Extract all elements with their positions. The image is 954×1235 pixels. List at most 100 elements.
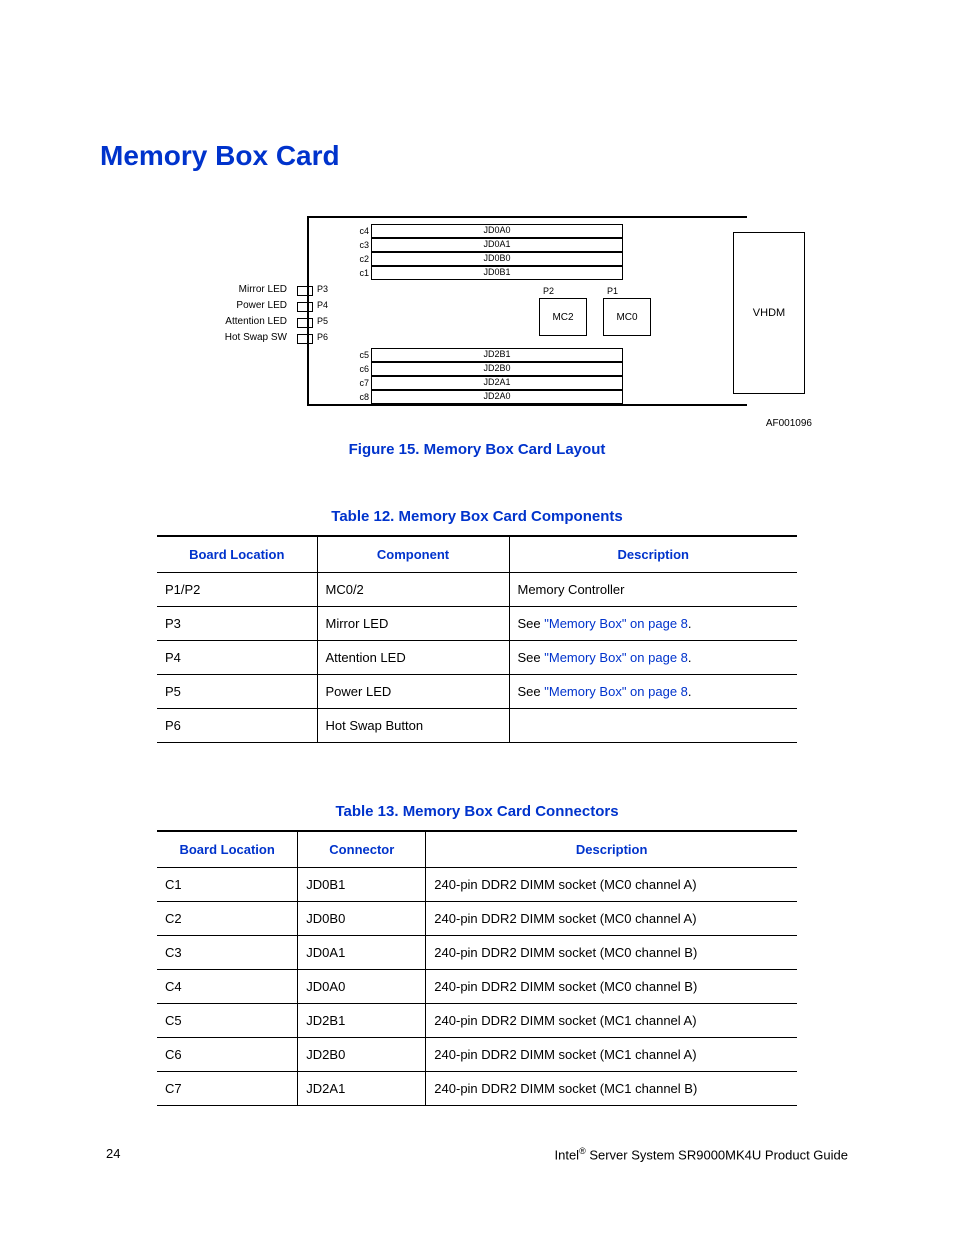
board-outline: c4 JD0A0 c3 JD0A1 c2 JD0B0 c1 JD0B1 P2 M… xyxy=(307,216,747,406)
dimm-slot: JD2B0 xyxy=(371,362,623,376)
table-row: C4JD0A0240-pin DDR2 DIMM socket (MC0 cha… xyxy=(157,970,797,1004)
table-row: P4Attention LEDSee "Memory Box" on page … xyxy=(157,641,797,675)
col-header: Connector xyxy=(298,831,426,868)
table-row: C1JD0B1240-pin DDR2 DIMM socket (MC0 cha… xyxy=(157,868,797,902)
footer-text: Server System SR9000MK4U Product Guide xyxy=(586,1147,848,1162)
table-header-row: Board Location Component Description xyxy=(157,536,797,573)
cell-location: P1/P2 xyxy=(157,573,317,607)
table-header-row: Board Location Connector Description xyxy=(157,831,797,868)
cell-component: Attention LED xyxy=(317,641,509,675)
dimm-slot: JD0B0 xyxy=(371,252,623,266)
led-icon xyxy=(297,286,313,296)
figure-af-number: AF001096 xyxy=(142,418,812,429)
led-pin: P3 xyxy=(317,284,328,294)
cross-reference-link[interactable]: "Memory Box" on page 8 xyxy=(544,684,688,699)
dimm-slot: JD0A0 xyxy=(371,224,623,238)
slot-clabel: c8 xyxy=(355,392,369,402)
page-number: 24 xyxy=(106,1146,120,1162)
table-row: C5JD2B1240-pin DDR2 DIMM socket (MC1 cha… xyxy=(157,1004,797,1038)
led-label: Attention LED xyxy=(197,316,287,327)
cell-description: 240-pin DDR2 DIMM socket (MC0 channel A) xyxy=(426,902,797,936)
cell-description: See "Memory Box" on page 8. xyxy=(509,675,797,709)
cell-location: P5 xyxy=(157,675,317,709)
cell-description: See "Memory Box" on page 8. xyxy=(509,641,797,675)
cell-connector: JD0B0 xyxy=(298,902,426,936)
cell-description: 240-pin DDR2 DIMM socket (MC0 channel A) xyxy=(426,868,797,902)
dimm-slot: JD2B1 xyxy=(371,348,623,362)
cell-component: Hot Swap Button xyxy=(317,709,509,743)
cell-location: C6 xyxy=(157,1038,298,1072)
table12-caption: Table 12. Memory Box Card Components xyxy=(100,508,854,525)
col-header: Board Location xyxy=(157,831,298,868)
slot-clabel: c1 xyxy=(355,268,369,278)
cell-location: C3 xyxy=(157,936,298,970)
table-row: P5Power LEDSee "Memory Box" on page 8. xyxy=(157,675,797,709)
slot-clabel: c7 xyxy=(355,378,369,388)
table-row: C7JD2A1240-pin DDR2 DIMM socket (MC1 cha… xyxy=(157,1072,797,1106)
table-row: P6Hot Swap Button xyxy=(157,709,797,743)
dimm-slot: JD2A0 xyxy=(371,390,623,404)
cell-description xyxy=(509,709,797,743)
led-pin: P6 xyxy=(317,332,328,342)
cross-reference-link[interactable]: "Memory Box" on page 8 xyxy=(544,650,688,665)
page-footer: 24 Intel® Server System SR9000MK4U Produ… xyxy=(100,1146,854,1162)
cross-reference-link[interactable]: "Memory Box" on page 8 xyxy=(544,616,688,631)
cell-connector: JD2B0 xyxy=(298,1038,426,1072)
led-pin: P5 xyxy=(317,316,328,326)
cell-connector: JD2A1 xyxy=(298,1072,426,1106)
footer-text: Intel xyxy=(555,1147,580,1162)
cell-description: 240-pin DDR2 DIMM socket (MC1 channel A) xyxy=(426,1004,797,1038)
table-row: P3Mirror LEDSee "Memory Box" on page 8. xyxy=(157,607,797,641)
cell-component: Power LED xyxy=(317,675,509,709)
led-label: Mirror LED xyxy=(197,284,287,295)
cell-connector: JD0A0 xyxy=(298,970,426,1004)
led-pin: P4 xyxy=(317,300,328,310)
slot-clabel: c5 xyxy=(355,350,369,360)
table-row: P1/P2MC0/2Memory Controller xyxy=(157,573,797,607)
chip-pin-label: P1 xyxy=(607,286,618,296)
cell-description: 240-pin DDR2 DIMM socket (MC1 channel B) xyxy=(426,1072,797,1106)
cell-connector: JD0A1 xyxy=(298,936,426,970)
cell-location: P3 xyxy=(157,607,317,641)
chip-mc2: MC2 xyxy=(539,298,587,336)
cell-description: 240-pin DDR2 DIMM socket (MC0 channel B) xyxy=(426,936,797,970)
slot-clabel: c3 xyxy=(355,240,369,250)
figure-diagram: c4 JD0A0 c3 JD0A1 c2 JD0B0 c1 JD0B1 P2 M… xyxy=(197,212,757,412)
cell-description: Memory Controller xyxy=(509,573,797,607)
chip-pin-label: P2 xyxy=(543,286,554,296)
cell-location: C4 xyxy=(157,970,298,1004)
dimm-slot: JD2A1 xyxy=(371,376,623,390)
cell-component: Mirror LED xyxy=(317,607,509,641)
col-header: Description xyxy=(509,536,797,573)
table-row: C2JD0B0240-pin DDR2 DIMM socket (MC0 cha… xyxy=(157,902,797,936)
footer-title: Intel® Server System SR9000MK4U Product … xyxy=(555,1146,849,1162)
slot-clabel: c2 xyxy=(355,254,369,264)
led-label: Power LED xyxy=(197,300,287,311)
chip-mc0: MC0 xyxy=(603,298,651,336)
figure-caption: Figure 15. Memory Box Card Layout xyxy=(100,441,854,458)
col-header: Board Location xyxy=(157,536,317,573)
section-heading: Memory Box Card xyxy=(100,140,854,172)
cell-location: C2 xyxy=(157,902,298,936)
cell-location: C1 xyxy=(157,868,298,902)
col-header: Description xyxy=(426,831,797,868)
cell-description: 240-pin DDR2 DIMM socket (MC0 channel B) xyxy=(426,970,797,1004)
slot-clabel: c4 xyxy=(355,226,369,236)
cell-location: P6 xyxy=(157,709,317,743)
cell-location: P4 xyxy=(157,641,317,675)
cell-location: C5 xyxy=(157,1004,298,1038)
table13: Board Location Connector Description C1J… xyxy=(157,830,797,1106)
cell-connector: JD0B1 xyxy=(298,868,426,902)
cell-component: MC0/2 xyxy=(317,573,509,607)
registered-mark: ® xyxy=(579,1146,586,1156)
table-row: C6JD2B0240-pin DDR2 DIMM socket (MC1 cha… xyxy=(157,1038,797,1072)
led-label: Hot Swap SW xyxy=(197,332,287,343)
led-icon xyxy=(297,318,313,328)
led-icon xyxy=(297,302,313,312)
table12: Board Location Component Description P1/… xyxy=(157,535,797,743)
cell-location: C7 xyxy=(157,1072,298,1106)
dimm-slot: JD0B1 xyxy=(371,266,623,280)
dimm-slot: JD0A1 xyxy=(371,238,623,252)
slot-clabel: c6 xyxy=(355,364,369,374)
switch-icon xyxy=(297,334,313,344)
